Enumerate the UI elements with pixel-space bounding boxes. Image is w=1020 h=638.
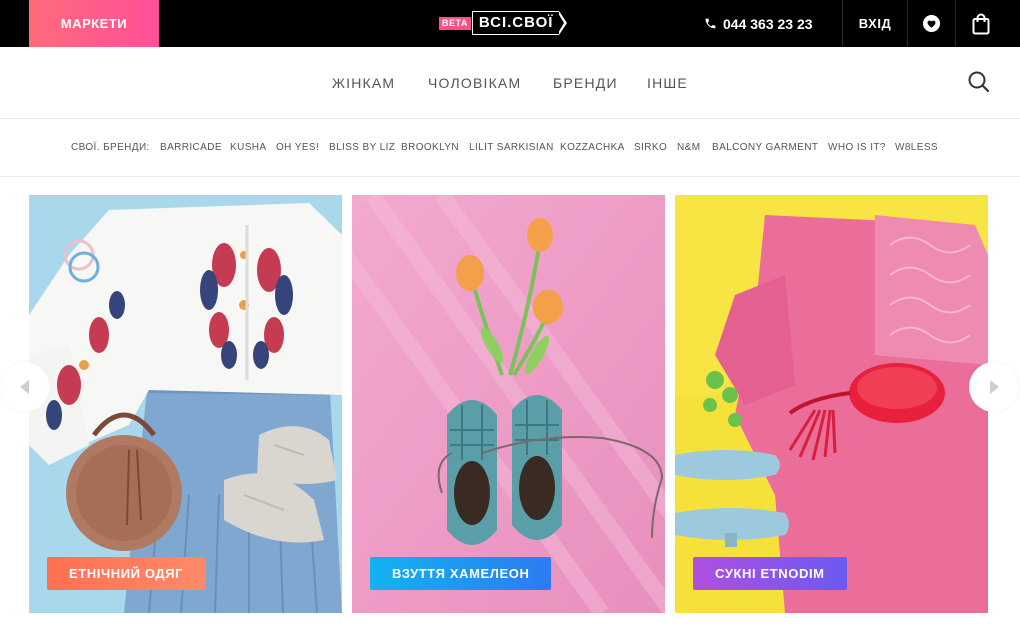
top-bar: МАРКЕТИ BETA ВСІ.СВОЇ 044 363 23 23 ВХІД [0,0,1020,47]
phone-number: 044 363 23 23 [723,15,813,32]
carousel-prev-button[interactable] [0,362,50,412]
brand-link[interactable]: SIRKO [634,119,667,177]
heart-icon [922,14,941,33]
chameleon-shoes-button[interactable]: ВЗУТТЯ ХАМЕЛЕОН [370,557,552,590]
cart-button[interactable] [956,0,1006,47]
promo-image-ethnic [29,195,342,613]
nav-item-men[interactable]: ЧОЛОВІКАМ [428,47,521,119]
phone-icon [705,18,716,29]
brand-link[interactable]: N&M [677,119,700,177]
login-button[interactable]: ВХІД [843,0,907,47]
logo-flag-tail [557,11,568,35]
search-icon [968,71,990,93]
search-button[interactable] [966,69,992,95]
brand-link[interactable]: BLISS BY LIZ [329,119,395,177]
brand-link[interactable]: OH YES! [276,119,319,177]
nav-item-women[interactable]: ЖІНКАМ [332,47,395,119]
promo-card-dresses[interactable]: СУКНІ ETNODIM [675,195,988,613]
brand-link[interactable]: KOZZACHKA [560,119,625,177]
brands-bar: СВОЇ. БРЕНДИ: BARRICADE KUSHA OH YES! BL… [0,119,1020,177]
chevron-right-icon [990,380,999,394]
nav-item-other[interactable]: ІНШЕ [647,47,688,119]
chevron-left-icon [20,380,29,394]
brand-link[interactable]: LILIT SARKISIAN [469,119,554,177]
main-nav: ЖІНКАМ ЧОЛОВІКАМ БРЕНДИ ІНШЕ [0,47,1020,119]
ethnic-clothing-button[interactable]: ЕТНІЧНИЙ ОДЯГ [47,557,206,590]
brand-link[interactable]: W8LESS [895,119,938,177]
brand-link[interactable]: WHO IS IT? [828,119,886,177]
promo-card-ethnic[interactable]: ЕТНІЧНИЙ ОДЯГ [29,195,342,613]
logo-name: ВСІ.СВОЇ [471,11,560,35]
promo-image-dresses [675,195,988,613]
markets-button[interactable]: МАРКЕТИ [29,0,159,47]
promo-image-shoes [352,195,665,613]
promo-carousel: ЕТНІЧНИЙ ОДЯГ ВЗУТТЯ ХАМЕЛЕОН СУКНІ ETNO… [0,178,1020,638]
promo-card-shoes[interactable]: ВЗУТТЯ ХАМЕЛЕОН [352,195,665,613]
carousel-next-button[interactable] [969,362,1019,412]
etnodim-dresses-button[interactable]: СУКНІ ETNODIM [693,557,847,590]
phone-link[interactable]: 044 363 23 23 [704,0,813,47]
logo-beta-badge: BETA [439,16,471,30]
favorites-button[interactable] [908,0,955,47]
brands-label: СВОЇ. БРЕНДИ: [71,142,150,153]
brand-link[interactable]: BROOKLYN [401,119,459,177]
nav-item-brands[interactable]: БРЕНДИ [553,47,618,119]
brand-link[interactable]: BARRICADE [160,119,222,177]
brand-link[interactable]: BALCONY GARMENT [712,119,818,177]
shopping-bag-icon [972,13,990,34]
brand-link[interactable]: KUSHA [230,119,266,177]
logo[interactable]: BETA ВСІ.СВОЇ [439,11,568,35]
